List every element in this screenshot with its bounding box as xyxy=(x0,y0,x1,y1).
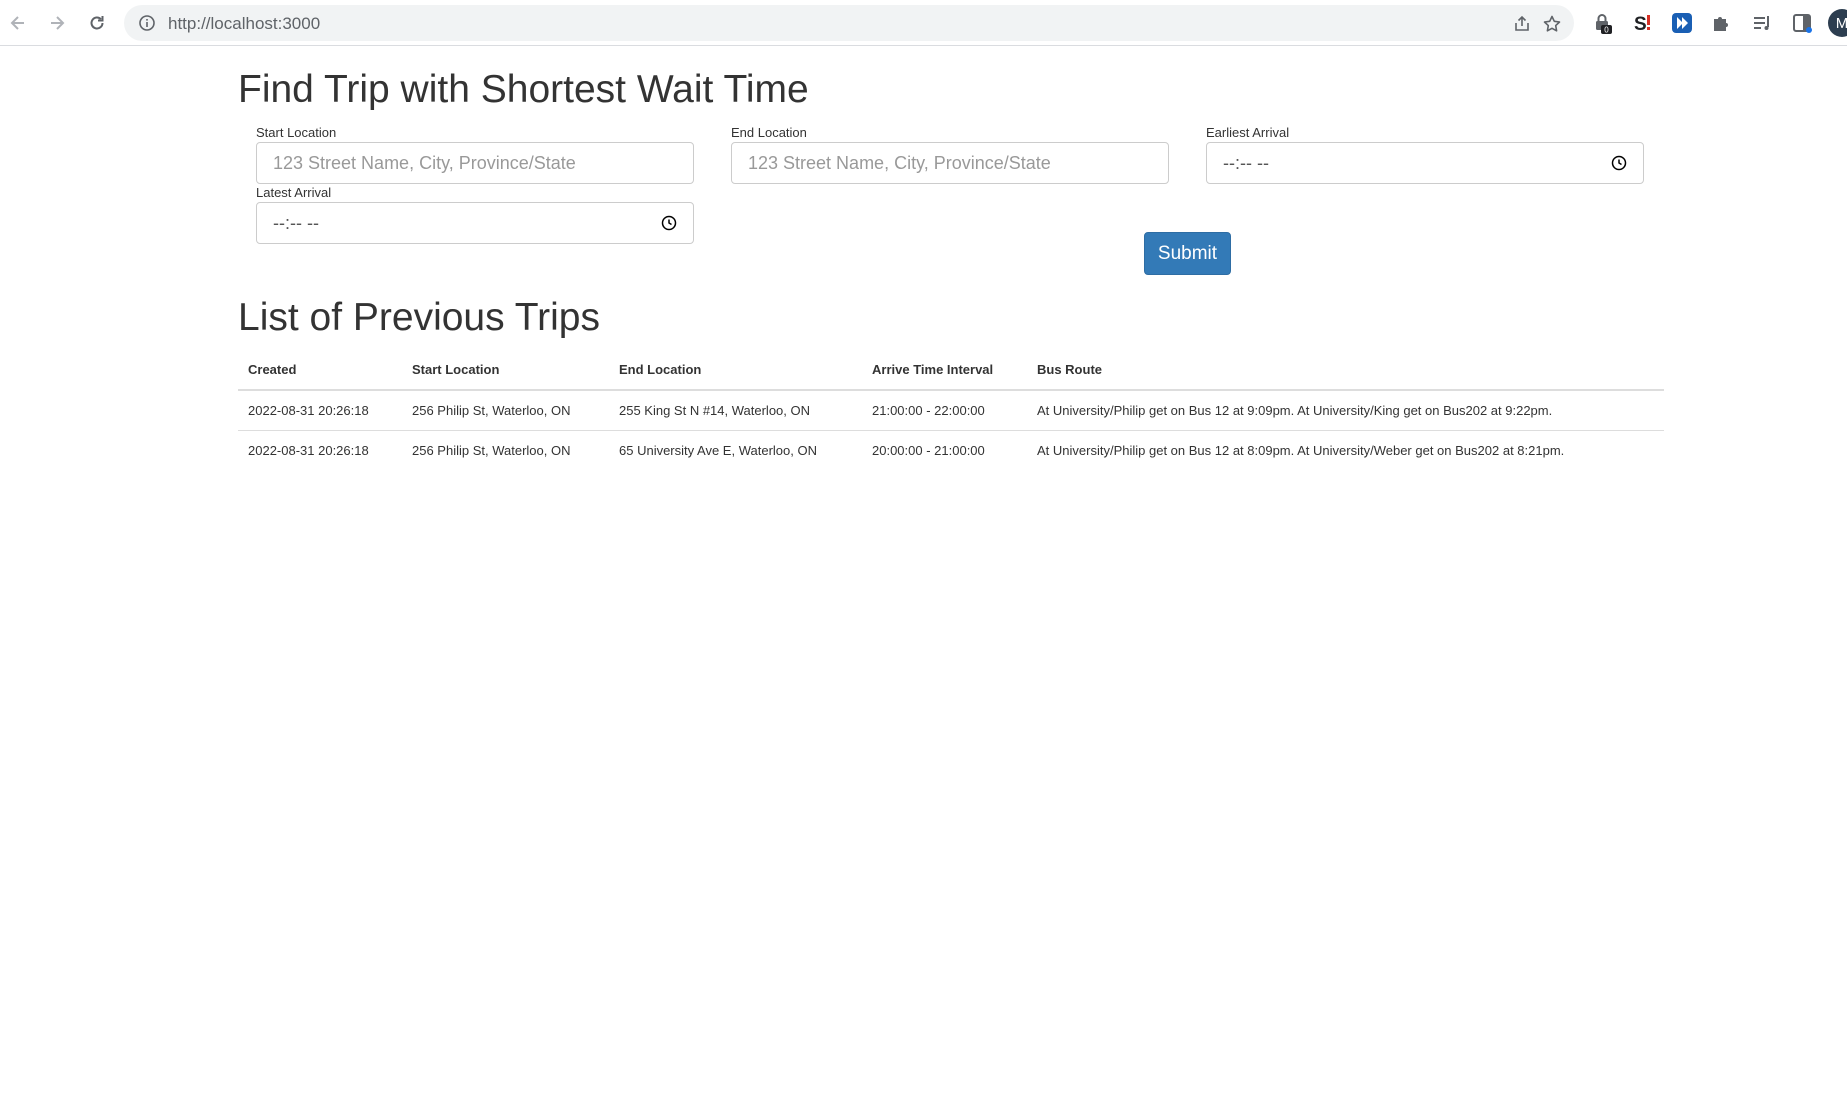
latest-arrival-group: Latest Arrival --:-- -- xyxy=(256,184,694,244)
table-header-row: Created Start Location End Location Arri… xyxy=(238,350,1664,391)
extension-badge: 0 xyxy=(1604,26,1609,35)
browser-toolbar: http://localhost:3000 0 S M xyxy=(0,0,1847,46)
forward-arrow-icon xyxy=(51,16,65,30)
reading-list-icon[interactable] xyxy=(1750,11,1774,35)
profile-avatar[interactable]: M xyxy=(1828,9,1847,37)
start-location-group: Start Location 123 Street Name, City, Pr… xyxy=(256,124,694,184)
column-header-created: Created xyxy=(238,350,402,391)
column-header-bus-route: Bus Route xyxy=(1027,350,1664,391)
end-location-group: End Location 123 Street Name, City, Prov… xyxy=(731,124,1169,184)
start-location-input[interactable]: 123 Street Name, City, Province/State xyxy=(256,142,694,184)
bookmark-star-icon[interactable] xyxy=(1542,14,1562,34)
column-header-start-location: Start Location xyxy=(402,350,609,391)
earliest-arrival-input[interactable]: --:-- -- xyxy=(1206,142,1644,184)
reload-icon xyxy=(90,16,104,30)
cell-bus-route: At University/Philip get on Bus 12 at 8:… xyxy=(1037,442,1565,458)
extension-lock-icon[interactable]: 0 xyxy=(1590,11,1614,35)
start-location-placeholder: 123 Street Name, City, Province/State xyxy=(273,152,576,173)
address-bar[interactable]: http://localhost:3000 xyxy=(124,5,1574,41)
extensions-puzzle-icon[interactable] xyxy=(1709,11,1733,35)
forward-button[interactable] xyxy=(44,10,70,36)
earliest-arrival-group: Earliest Arrival --:-- -- xyxy=(1206,124,1644,184)
svg-text:S: S xyxy=(1634,14,1647,34)
submit-button[interactable]: Submit xyxy=(1144,232,1231,275)
table-row: 2022-08-31 20:26:18 256 Philip St, Water… xyxy=(238,430,1664,470)
earliest-arrival-label: Earliest Arrival xyxy=(1206,125,1290,140)
clock-icon[interactable] xyxy=(1611,155,1627,171)
start-location-label: Start Location xyxy=(256,125,337,140)
table-row: 2022-08-31 20:26:18 256 Philip St, Water… xyxy=(238,390,1664,431)
cell-created: 2022-08-31 20:26:18 xyxy=(238,390,402,431)
cell-start-location: 256 Philip St, Waterloo, ON xyxy=(412,442,571,458)
extension-s-icon[interactable]: S xyxy=(1631,11,1655,35)
end-location-label: End Location xyxy=(731,125,807,140)
end-location-placeholder: 123 Street Name, City, Province/State xyxy=(748,152,1051,173)
cell-bus-route: At University/Philip get on Bus 12 at 9:… xyxy=(1027,390,1664,431)
cell-created: 2022-08-31 20:26:18 xyxy=(248,442,369,458)
cell-arrive-time-interval: 20:00:00 - 21:00:00 xyxy=(872,442,985,458)
previous-trips-title: List of Previous Trips xyxy=(238,296,600,339)
cell-arrive-time-interval: 21:00:00 - 22:00:00 xyxy=(862,390,1027,431)
cell-end-location: 65 University Ave E, Waterloo, ON xyxy=(619,442,817,458)
back-button[interactable] xyxy=(5,10,31,36)
info-icon[interactable] xyxy=(138,14,156,32)
earliest-arrival-value: --:-- -- xyxy=(1223,152,1269,173)
back-arrow-icon xyxy=(10,16,24,30)
cell-end-location: 255 King St N #14, Waterloo, ON xyxy=(609,390,862,431)
column-header-end-location: End Location xyxy=(609,350,862,391)
reload-button[interactable] xyxy=(84,10,110,36)
url-text: http://localhost:3000 xyxy=(168,14,321,33)
latest-arrival-label: Latest Arrival xyxy=(256,185,332,200)
extension-play-icon[interactable] xyxy=(1670,11,1694,35)
page-title: Find Trip with Shortest Wait Time xyxy=(238,68,809,111)
cell-start-location: 256 Philip St, Waterloo, ON xyxy=(402,390,609,431)
latest-arrival-value: --:-- -- xyxy=(273,212,319,233)
clock-icon[interactable] xyxy=(661,215,677,231)
column-header-arrive-time-interval: Arrive Time Interval xyxy=(862,350,1027,391)
previous-trips-table: Created Start Location End Location Arri… xyxy=(238,350,1664,470)
side-panel-icon[interactable] xyxy=(1790,11,1814,35)
share-icon[interactable] xyxy=(1512,14,1532,34)
latest-arrival-input[interactable]: --:-- -- xyxy=(256,202,694,244)
end-location-input[interactable]: 123 Street Name, City, Province/State xyxy=(731,142,1169,184)
